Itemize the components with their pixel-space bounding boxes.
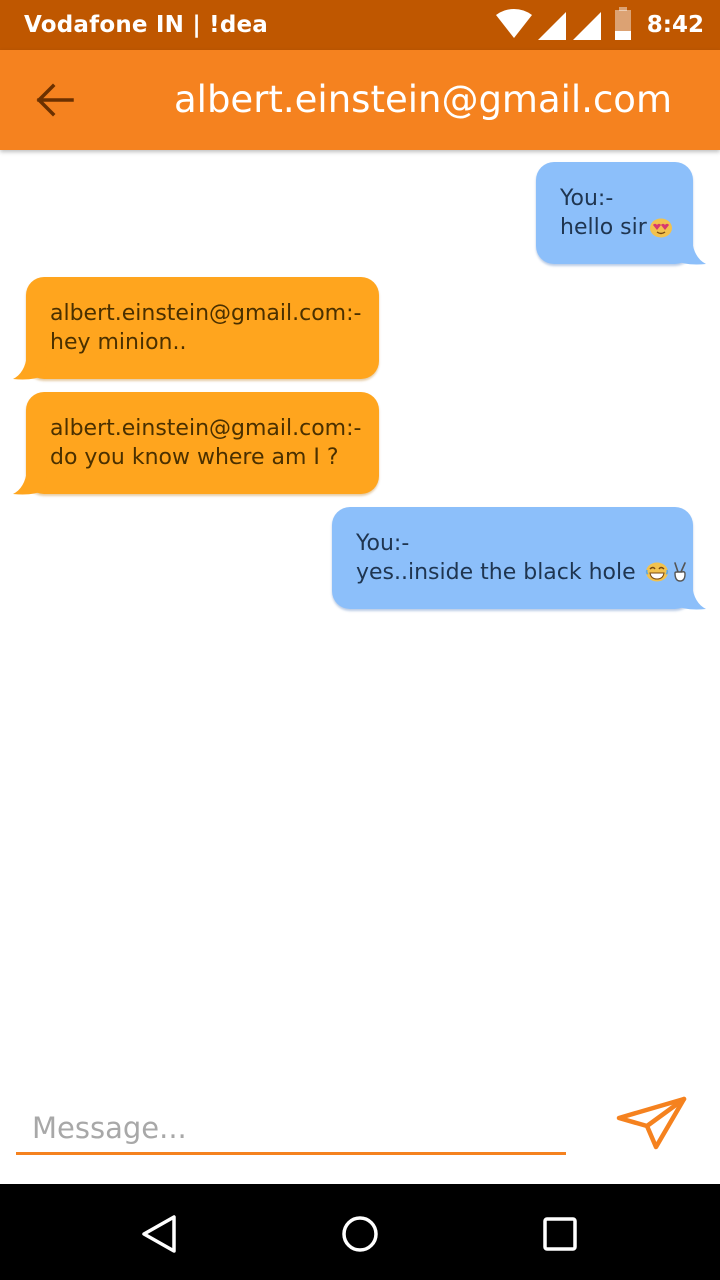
message-composer [0,1085,720,1185]
message-list: You:- hello sir albert.einstein@gmail.co… [0,150,720,1070]
square-recents-icon [543,1217,577,1251]
nav-home-button[interactable] [332,1206,388,1262]
message-sender: albert.einstein@gmail.com:- [50,416,362,441]
victory-hand-emoji-icon [673,562,686,582]
signal-icon-2 [573,12,601,40]
message-input[interactable] [16,1103,566,1155]
sent-message[interactable]: You:- hello sir [536,162,706,265]
message-text-row: yes..inside the black hole [356,558,686,587]
app-bar: albert.einstein@gmail.com [0,50,720,150]
clock-time: 8:42 [646,12,704,38]
heart-eyes-emoji-icon [649,218,672,238]
message-sender: You:- [560,186,614,211]
received-message[interactable]: albert.einstein@gmail.com:- do you know … [13,392,379,495]
message-text-row: hello sir [560,213,672,242]
battery-icon [615,7,631,40]
send-icon [616,1096,687,1150]
sent-message[interactable]: You:- yes..inside the black hole [332,507,706,610]
message-text: do you know where am I ? [50,445,339,470]
signal-icon [538,12,566,40]
received-message[interactable]: albert.einstein@gmail.com:- hey minion.. [13,277,379,380]
status-bar: Vodafone IN | !dea 8:42 [0,0,720,50]
message-sender: You:- [356,531,410,556]
nav-back-button[interactable] [132,1206,188,1262]
bubble-tail [672,585,706,610]
nav-recents-button[interactable] [532,1206,588,1262]
bubble-tail [13,355,47,380]
chat-title: albert.einstein@gmail.com [173,78,672,121]
send-button[interactable] [614,1093,688,1157]
arrow-left-icon [36,83,74,117]
circle-home-icon [342,1216,378,1252]
message-text: yes..inside the black hole [356,560,636,585]
system-navigation-bar [0,1184,720,1280]
carrier-label: Vodafone IN | !dea [24,12,269,38]
message-sender: albert.einstein@gmail.com:- [50,301,362,326]
wifi-icon [496,8,532,38]
bubble-tail [13,470,47,495]
triangle-back-icon [142,1215,176,1253]
bubble-tail [672,240,706,265]
laughing-emoji-icon [645,562,668,582]
message-text: hey minion.. [50,330,187,355]
message-text: hello sir [560,215,647,240]
back-button[interactable] [30,78,82,122]
